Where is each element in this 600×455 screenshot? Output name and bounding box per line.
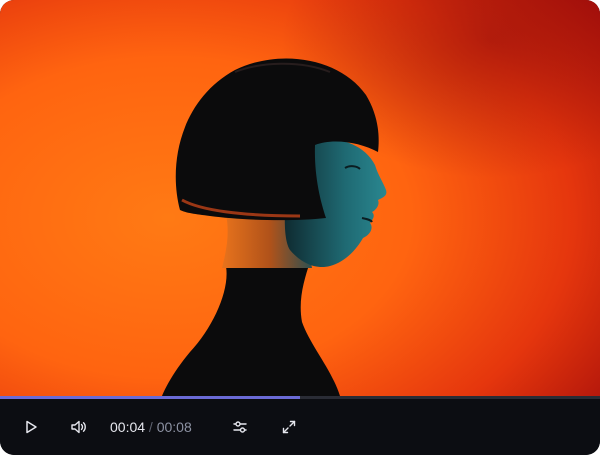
video-image <box>0 0 600 396</box>
play-icon <box>26 420 37 434</box>
fullscreen-button[interactable] <box>277 415 301 439</box>
settings-button[interactable] <box>228 415 252 439</box>
current-time: 00:04 <box>110 419 146 435</box>
control-bar: 00:04 / 00:08 <box>0 399 600 455</box>
time-separator: / <box>145 419 157 435</box>
video-player: 00:04 / 00:08 <box>0 0 600 455</box>
duration-time: 00:08 <box>156 419 192 435</box>
video-frame[interactable] <box>0 0 600 396</box>
sliders-icon <box>233 421 247 433</box>
play-button[interactable] <box>19 415 43 439</box>
time-display: 00:04 / 00:08 <box>110 417 192 437</box>
volume-icon <box>71 420 86 434</box>
volume-button[interactable] <box>67 415 91 439</box>
expand-icon <box>282 420 296 434</box>
